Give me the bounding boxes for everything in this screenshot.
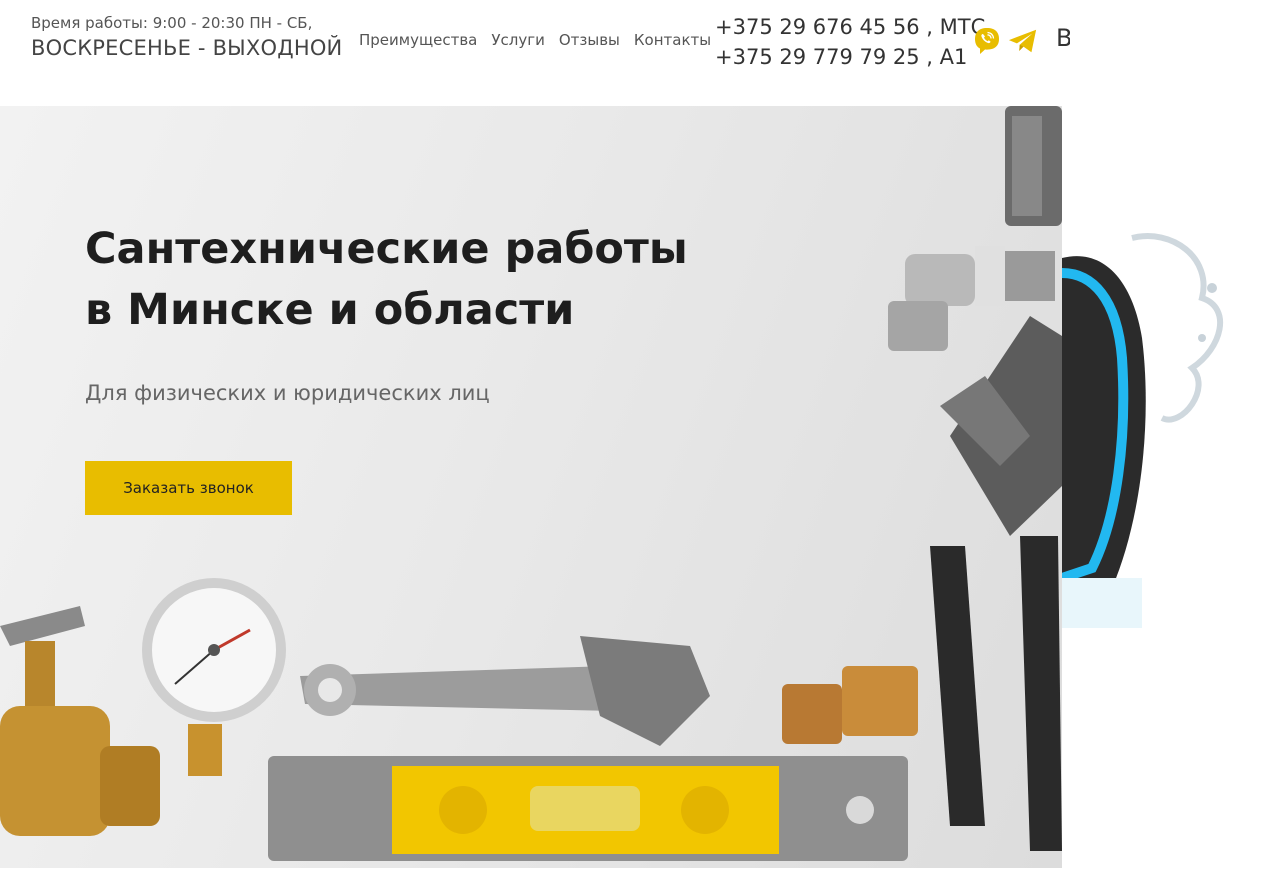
phone-mts[interactable]: +375 29 676 45 56 , МТС <box>715 12 985 42</box>
hero-title-line-1: Сантехнические работы <box>85 224 688 274</box>
hero-title: Сантехнические работы в Минске и области <box>85 219 725 341</box>
hero-title-line-2: в Минске и области <box>85 285 575 335</box>
working-hours: Время работы: 9:00 - 20:30 ПН - СБ, ВОСК… <box>31 14 342 60</box>
working-hours-sunday: ВОСКРЕСЕНЬЕ - ВЫХОДНОЙ <box>31 36 343 60</box>
next-slide-speaker-image <box>1062 218 1264 628</box>
phone-numbers: +375 29 676 45 56 , МТС +375 29 779 79 2… <box>715 12 985 72</box>
nav-link-reviews[interactable]: Отзывы <box>559 31 620 49</box>
working-hours-weekdays: Время работы: 9:00 - 20:30 ПН - СБ, <box>31 14 313 32</box>
hero-subtitle: Для физических и юридических лиц <box>85 381 490 405</box>
main-nav: Преимущества Услуги Отзывы Контакты <box>359 31 711 49</box>
hero-banner: Сантехнические работы в Минске и области… <box>0 106 1062 868</box>
telegram-icon[interactable] <box>1008 26 1038 56</box>
page-bottom-strip <box>0 868 1062 882</box>
nav-link-advantages[interactable]: Преимущества <box>359 31 477 49</box>
request-call-button[interactable]: Заказать звонок <box>85 461 292 515</box>
clipped-header-text: В <box>1056 24 1070 52</box>
viber-icon[interactable] <box>972 26 1002 56</box>
nav-link-contacts[interactable]: Контакты <box>634 31 711 49</box>
nav-link-services[interactable]: Услуги <box>491 31 544 49</box>
phone-a1[interactable]: +375 29 779 79 25 , А1 <box>715 42 985 72</box>
site-header: Время работы: 9:00 - 20:30 ПН - СБ, ВОСК… <box>0 0 1264 106</box>
